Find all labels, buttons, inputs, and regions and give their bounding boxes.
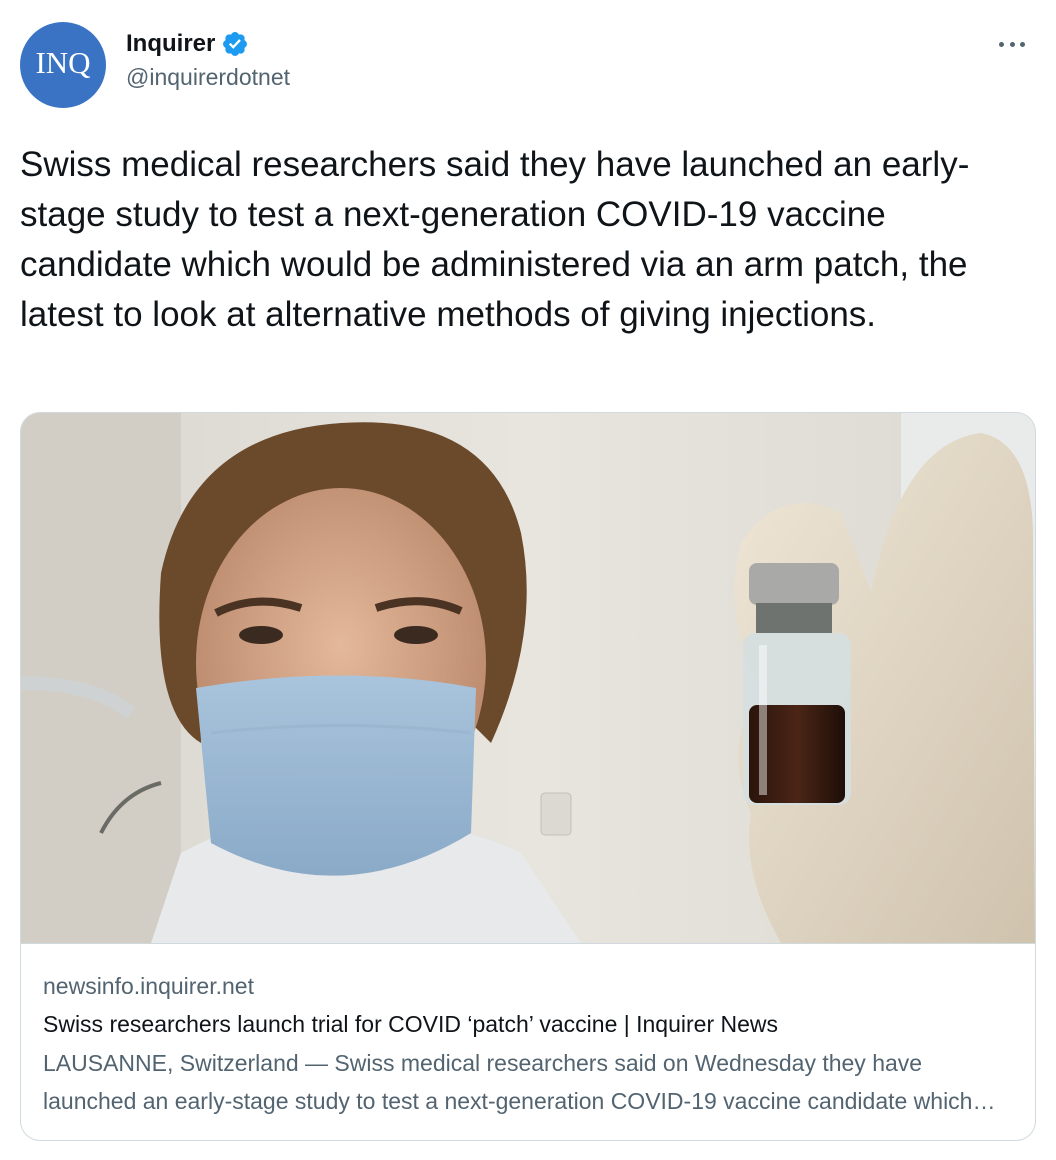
tweet-text: Swiss medical researchers said they have…: [20, 145, 970, 334]
card-description: LAUSANNE, Switzerland — Swiss medical re…: [43, 1050, 973, 1114]
card-divider: [21, 943, 1035, 944]
more-horizontal-icon: [1009, 41, 1015, 47]
card-title: Swiss researchers launch trial for COVID…: [43, 1011, 779, 1037]
display-name[interactable]: Inquirer: [126, 30, 215, 58]
card-body: newsinfo.inquirer.net Swiss researchers …: [43, 968, 1013, 1120]
card-image: [21, 413, 1035, 943]
author-info: Inquirer @inquirerdotnet: [126, 28, 290, 91]
card-domain: newsinfo.inquirer.net: [43, 973, 254, 999]
more-options-button[interactable]: [994, 34, 1030, 54]
handle[interactable]: @inquirerdotnet: [126, 64, 290, 91]
verified-badge-icon: [223, 32, 248, 56]
avatar[interactable]: INQ: [20, 22, 106, 108]
link-card[interactable]: newsinfo.inquirer.net Swiss researchers …: [20, 412, 1036, 1141]
more-horizontal-icon: [999, 41, 1004, 47]
tweet: INQ Inquirer @inquirerdotnet Swiss medic…: [0, 0, 1056, 1160]
more-horizontal-icon: [1020, 41, 1025, 47]
name-row: Inquirer: [126, 28, 290, 60]
avatar-text: INQ: [35, 45, 91, 80]
